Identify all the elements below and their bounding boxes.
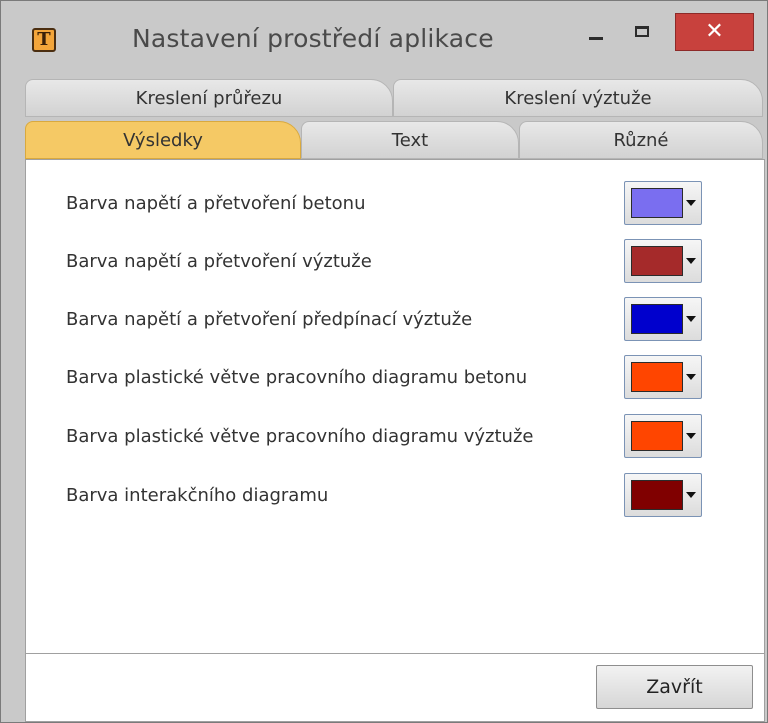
maximize-button[interactable] bbox=[626, 13, 660, 55]
tab-kresleni-vyztuze[interactable]: Kreslení výztuže bbox=[393, 79, 763, 117]
color-picker-vyztuz[interactable] bbox=[624, 239, 702, 283]
color-swatch bbox=[631, 304, 683, 334]
chevron-down-icon bbox=[686, 492, 696, 498]
setting-label: Barva napětí a přetvoření betonu bbox=[66, 193, 366, 214]
color-picker-interakcni-diagram[interactable] bbox=[624, 473, 702, 517]
chevron-down-icon bbox=[686, 200, 696, 206]
tab-row-1: Kreslení průřezu Kreslení výztuže bbox=[25, 79, 765, 117]
tab-text[interactable]: Text bbox=[301, 121, 519, 159]
color-swatch bbox=[631, 480, 683, 510]
chevron-down-icon bbox=[686, 374, 696, 380]
settings-panel: Barva napětí a přetvoření betonu Barva n… bbox=[25, 159, 765, 654]
tab-ruzne[interactable]: Různé bbox=[519, 121, 763, 159]
tab-vysledky[interactable]: Výsledky bbox=[25, 121, 301, 159]
color-swatch bbox=[631, 421, 683, 451]
setting-label: Barva interakčního diagramu bbox=[66, 485, 329, 506]
app-t-icon: T bbox=[32, 28, 56, 52]
tab-kresleni-prurezu[interactable]: Kreslení průřezu bbox=[25, 79, 393, 117]
color-swatch bbox=[631, 246, 683, 276]
color-swatch bbox=[631, 362, 683, 392]
color-picker-plasticka-vyztuz[interactable] bbox=[624, 414, 702, 458]
setting-label: Barva plastické větve pracovního diagram… bbox=[66, 367, 528, 388]
color-swatch bbox=[631, 188, 683, 218]
settings-window: T Nastavení prostředí aplikace ✕ Kreslen… bbox=[0, 0, 768, 723]
minimize-button[interactable] bbox=[581, 13, 615, 55]
chevron-down-icon bbox=[686, 316, 696, 322]
setting-label: Barva napětí a přetvoření výztuže bbox=[66, 251, 372, 272]
tab-row-2: Výsledky Text Různé bbox=[25, 121, 765, 159]
close-icon: ✕ bbox=[705, 19, 724, 44]
dialog-footer: Zavřít bbox=[25, 654, 765, 722]
title-bar[interactable]: T Nastavení prostředí aplikace ✕ bbox=[1, 1, 767, 85]
chevron-down-icon bbox=[686, 258, 696, 264]
color-picker-beton[interactable] bbox=[624, 181, 702, 225]
window-title: Nastavení prostředí aplikace bbox=[132, 24, 494, 53]
color-picker-predpinaci-vyztuz[interactable] bbox=[624, 297, 702, 341]
close-window-button[interactable]: ✕ bbox=[675, 13, 754, 51]
color-picker-plasticka-beton[interactable] bbox=[624, 355, 702, 399]
setting-label: Barva plastické větve pracovního diagram… bbox=[66, 426, 534, 447]
close-button[interactable]: Zavřít bbox=[596, 665, 753, 709]
chevron-down-icon bbox=[686, 433, 696, 439]
setting-label: Barva napětí a přetvoření předpínací výz… bbox=[66, 309, 473, 330]
